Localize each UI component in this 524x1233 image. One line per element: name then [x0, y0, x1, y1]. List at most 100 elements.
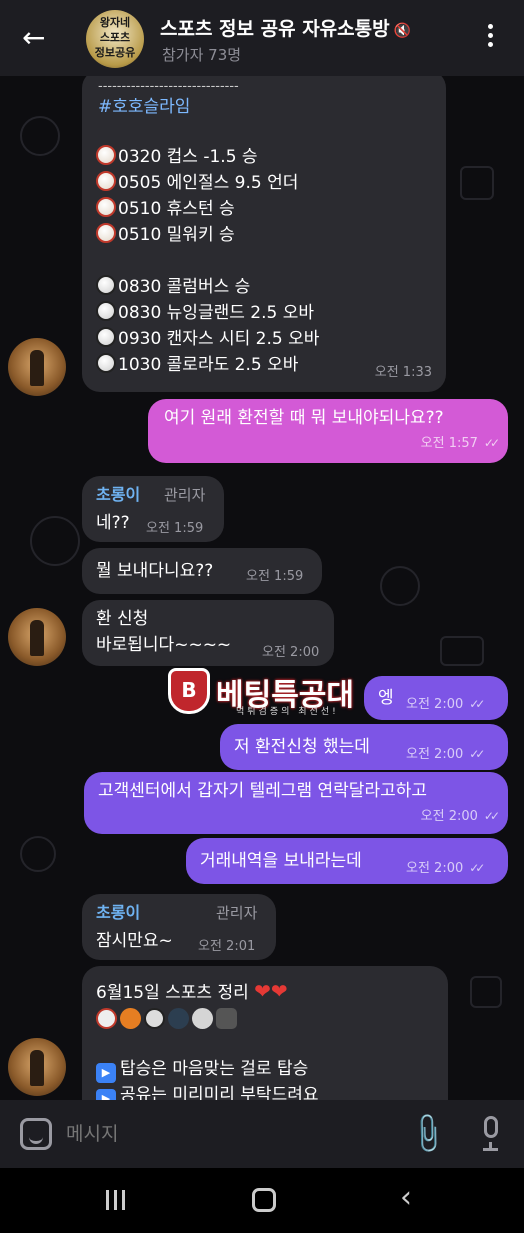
background-doodle — [30, 516, 80, 566]
background-doodle — [380, 566, 420, 606]
message-text: ▶ 공유는 미리미리 부탁드려요 — [96, 1082, 319, 1100]
hockey-icon — [168, 1008, 189, 1029]
avatar-text-line-3: 정보공유 — [94, 46, 136, 59]
message-incoming[interactable]: 초롱이 관리자 잠시만요~ 오전 2:01 — [82, 894, 276, 960]
message-time: 오전 1:59 — [246, 569, 304, 584]
avatar-text-line-2: 스포츠 — [99, 31, 131, 44]
pick-line: 0320 컵스 -1.5 승 — [96, 144, 258, 170]
back-chevron-icon[interactable]: ‹ — [400, 1180, 412, 1215]
message-text: 고객센터에서 갑자기 텔레그램 연락달라고하고 — [98, 781, 428, 801]
basketball-icon — [120, 1008, 141, 1029]
double-check-icon: ✓✓ — [469, 747, 485, 761]
sticker-icon[interactable] — [20, 1118, 52, 1150]
sender-name[interactable]: 초롱이 — [96, 900, 140, 926]
message-text: 뭘 보내다니요?? — [96, 561, 214, 581]
pick-line: 0510 밀워키 승 — [96, 222, 235, 248]
participant-count: 참가자 73명 — [162, 46, 242, 64]
baseball-icon — [96, 223, 116, 243]
message-incoming[interactable]: 환 신청 바로됩니다~~~~ 오전 2:00 — [82, 600, 334, 666]
soccer-ball-icon — [96, 275, 116, 295]
message-outgoing[interactable]: 엥 오전 2:00 ✓✓ — [364, 676, 508, 720]
group-title-text: 스포츠 정보 공유 자유소통방 — [160, 18, 390, 40]
message-text: 네?? — [96, 513, 130, 533]
background-doodle — [460, 166, 494, 200]
pick-line: 0830 콜럼버스 승 — [96, 274, 250, 300]
sender-name[interactable]: 초롱이 — [96, 482, 140, 508]
double-check-icon: ✓✓ — [469, 697, 485, 711]
message-text: 잠시만요~ — [96, 931, 173, 951]
baseball-icon — [96, 197, 116, 217]
watermark-subtext: 먹튀검증의 최전선! — [236, 707, 339, 717]
message-incoming[interactable]: 6월15일 스포츠 정리 ❤❤ ▶ 탑승은 마음맞는 걸로 탑승 ▶ 공유는 미리미… — [82, 966, 448, 1100]
message-time: 오전 2:01 — [198, 939, 256, 954]
chat-area[interactable]: ------------------------------ #호호슬라임 03… — [0, 76, 524, 1100]
sender-role: 관리자 — [216, 904, 258, 922]
baseball-icon — [96, 171, 116, 191]
message-picks-list[interactable]: ------------------------------ #호호슬라임 03… — [82, 76, 446, 392]
volleyball-icon — [192, 1008, 213, 1029]
pick-line: 0505 에인절스 9.5 언더 — [96, 170, 298, 196]
pick-line: 0830 뉴잉글랜드 2.5 오바 — [96, 300, 314, 326]
background-doodle — [20, 836, 56, 872]
baseball-icon — [96, 1008, 117, 1029]
message-time: 오전 2:00 ✓✓ — [406, 861, 485, 876]
message-time: 오전 2:00 ✓✓ — [420, 809, 500, 824]
recent-apps-icon[interactable] — [106, 1190, 132, 1212]
double-check-icon: ✓✓ — [483, 809, 500, 823]
play-button-icon: ▶ — [96, 1089, 116, 1100]
user-avatar[interactable] — [8, 1038, 66, 1096]
group-avatar[interactable]: 왕자네 스포츠 정보공유 — [86, 10, 144, 68]
pick-line: 1030 콜로라도 2.5 오바 — [96, 352, 298, 378]
message-text: 바로됩니다~~~~ — [96, 635, 232, 655]
soccer-ball-icon — [96, 353, 116, 373]
chat-header: ← 왕자네 스포츠 정보공유 스포츠 정보 공유 자유소통방 🔇 참가자 73명 — [0, 0, 524, 76]
message-text: 저 환전신청 했는데 — [234, 737, 370, 757]
message-text: 환 신청 — [96, 609, 149, 629]
user-avatar[interactable] — [8, 608, 66, 666]
message-time: 오전 1:57 ✓✓ — [420, 436, 500, 451]
message-text: 여기 원래 환전할 때 뭐 보내야되나요?? — [164, 408, 444, 428]
message-outgoing[interactable]: 거래내역을 보내라는데 오전 2:00 ✓✓ — [186, 838, 508, 884]
system-navigation-bar: ‹ — [0, 1168, 524, 1233]
message-text: 거래내역을 보내라는데 — [200, 851, 362, 871]
message-outgoing[interactable]: 고객센터에서 갑자기 텔레그램 연락달라고하고 오전 2:00 ✓✓ — [84, 772, 508, 834]
message-text: 엥 — [378, 688, 394, 708]
microphone-icon[interactable] — [478, 1114, 504, 1154]
pick-line: 0930 캔자스 시티 2.5 오바 — [96, 326, 319, 352]
watermark-badge: B — [168, 668, 210, 714]
background-doodle — [470, 976, 502, 1008]
double-check-icon: ✓✓ — [469, 861, 485, 875]
message-incoming[interactable]: 뭘 보내다니요?? 오전 1:59 — [82, 548, 322, 594]
heart-icon: ❤❤ — [254, 979, 288, 1003]
attach-paperclip-icon[interactable]: 📎 — [402, 1110, 452, 1158]
more-vertical-icon[interactable] — [478, 24, 502, 54]
baseball-icon — [96, 145, 116, 165]
message-time: 오전 2:00 ✓✓ — [406, 747, 485, 762]
pick-line: 0510 휴스턴 승 — [96, 196, 235, 222]
sender-role: 관리자 — [164, 486, 206, 504]
soccer-ball-icon — [96, 301, 116, 321]
play-button-icon: ▶ — [96, 1063, 116, 1083]
home-icon[interactable] — [252, 1188, 276, 1212]
avatar-text-line-1: 왕자네 — [99, 16, 131, 29]
background-doodle — [20, 116, 60, 156]
sports-emoji-row — [96, 1008, 240, 1034]
group-title[interactable]: 스포츠 정보 공유 자유소통방 🔇 — [160, 14, 450, 41]
user-avatar[interactable] — [8, 338, 66, 396]
soccer-ball-icon — [144, 1008, 165, 1029]
message-input[interactable] — [66, 1118, 366, 1150]
watermark-logo: B 베팅특공대 먹튀검증의 최전선! — [168, 668, 378, 724]
message-time: 오전 1:59 — [146, 521, 204, 536]
back-arrow-icon[interactable]: ← — [22, 22, 54, 54]
soccer-ball-icon — [96, 327, 116, 347]
double-check-icon: ✓✓ — [483, 436, 500, 450]
message-incoming[interactable]: 초롱이 관리자 네?? 오전 1:59 — [82, 476, 224, 542]
message-outgoing[interactable]: 저 환전신청 했는데 오전 2:00 ✓✓ — [220, 724, 508, 770]
message-time: 오전 2:00 ✓✓ — [406, 697, 485, 712]
message-input-bar: 📎 — [0, 1100, 524, 1168]
game-controller-icon — [216, 1008, 237, 1029]
message-text: ▶ 탑승은 마음맞는 걸로 탑승 — [96, 1056, 308, 1083]
hashtag-link[interactable]: #호호슬라임 — [98, 94, 190, 120]
background-doodle — [440, 636, 484, 666]
message-outgoing[interactable]: 여기 원래 환전할 때 뭐 보내야되나요?? 오전 1:57 ✓✓ — [148, 399, 508, 463]
